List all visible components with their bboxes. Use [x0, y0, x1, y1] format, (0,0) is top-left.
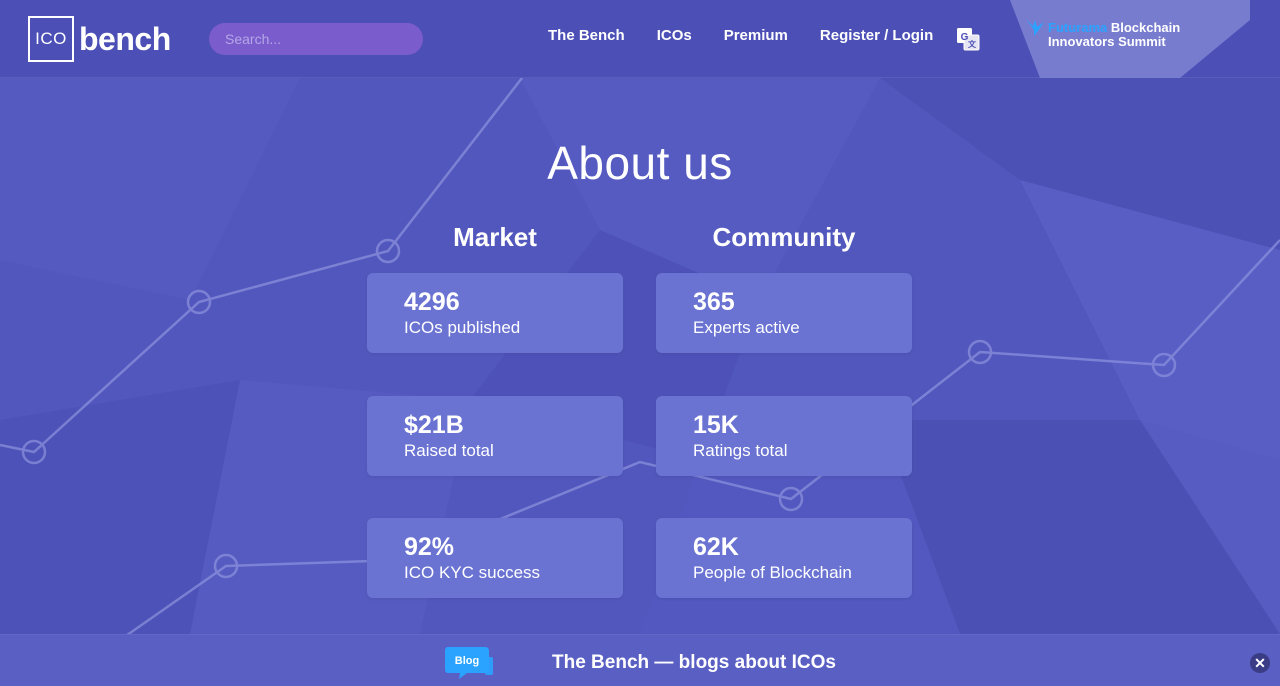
promo-text: Futurama Blockchain Innovators Summit [1048, 21, 1180, 49]
svg-text:文: 文 [968, 39, 977, 49]
stat-value: 365 [693, 288, 735, 316]
stat-label: People of Blockchain [693, 563, 852, 582]
main-nav: The Bench ICOs Premium Register / Login [548, 27, 965, 44]
futurama-summit-banner[interactable]: Futurama Blockchain Innovators Summit [1010, 0, 1250, 78]
stat-card-kyc-success: 92% ICO KYC success [367, 518, 623, 598]
stat-card-people-of-blockchain: 62K People of Blockchain [656, 518, 912, 598]
logo-word: bench [79, 20, 171, 57]
nav-icos[interactable]: ICOs [657, 27, 692, 44]
stat-card-experts-active: 365 Experts active [656, 273, 912, 353]
nav-premium[interactable]: Premium [724, 27, 788, 44]
blog-chat-icon: Blog [445, 647, 493, 679]
stat-label: ICOs published [404, 318, 521, 337]
nav-register-login[interactable]: Register / Login [820, 27, 933, 44]
nav-the-bench[interactable]: The Bench [548, 27, 625, 44]
top-navigation-bar: ICO bench The Bench ICOs Premium Registe… [0, 0, 1280, 78]
stat-value: $21B [404, 411, 464, 439]
stat-value: 15K [693, 411, 739, 439]
page-title: About us [547, 137, 733, 189]
community-heading: Community [712, 222, 856, 252]
promo-line1: Blockchain [1107, 20, 1181, 35]
stat-value: 62K [693, 533, 739, 561]
stat-label: Experts active [693, 318, 800, 337]
icobench-logo[interactable]: ICO bench [28, 16, 171, 62]
logo-box: ICO [28, 16, 74, 62]
stat-card-icos-published: 4296 ICOs published [367, 273, 623, 353]
search-input[interactable] [209, 23, 423, 55]
stat-card-raised-total: $21B Raised total [367, 396, 623, 476]
promo-line2: Innovators Summit [1048, 34, 1166, 49]
stat-label: Raised total [404, 441, 494, 460]
google-translate-icon[interactable]: G 文 [956, 27, 980, 51]
about-us-section: About us Market Community 4296 ICOs publ… [0, 78, 1280, 634]
stat-label: ICO KYC success [404, 563, 541, 582]
blog-promo-text[interactable]: The Bench — blogs about ICOs [552, 652, 836, 674]
close-button[interactable]: ✕ [1250, 653, 1270, 673]
stat-value: 4296 [404, 288, 460, 316]
blog-icon-text: Blog [455, 655, 479, 667]
blog-promo-bar[interactable]: Blog The Bench — blogs about ICOs ✕ [0, 634, 1280, 686]
promo-accent: Futurama [1048, 20, 1108, 35]
market-heading: Market [453, 222, 537, 252]
stat-label: Ratings total [693, 441, 788, 460]
stat-value: 92% [404, 533, 455, 561]
stat-card-ratings-total: 15K Ratings total [656, 396, 912, 476]
bird-icon [1026, 19, 1044, 36]
